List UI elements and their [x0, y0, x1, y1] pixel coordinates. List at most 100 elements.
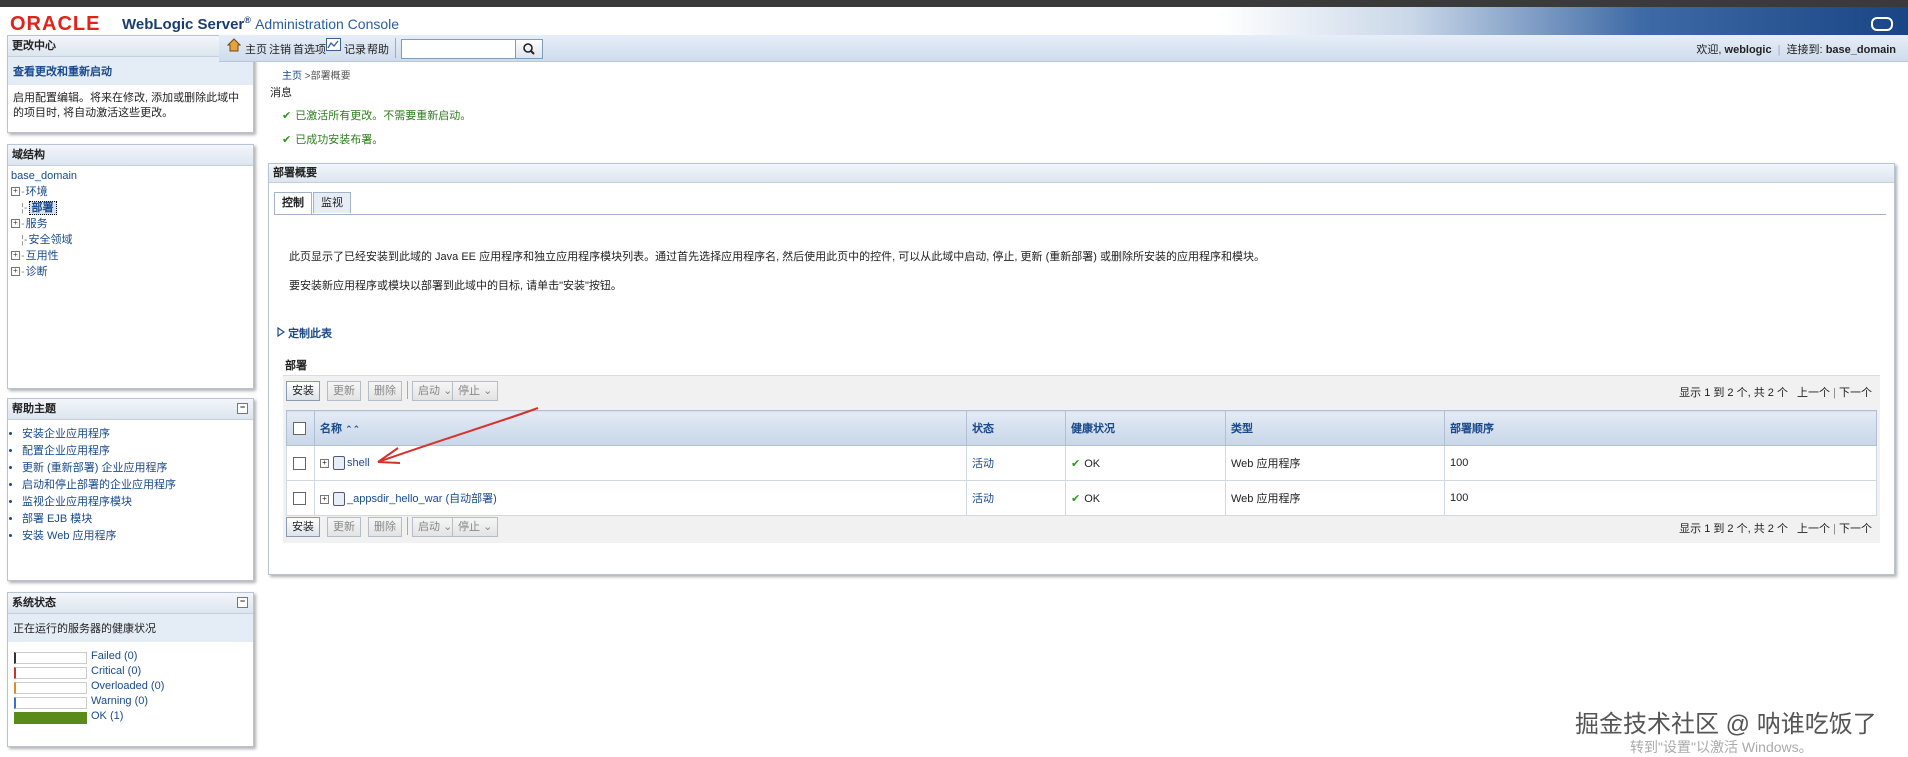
customize-table-link[interactable]: 定制此表	[277, 325, 332, 341]
tree-item-label[interactable]: 安全领域	[29, 234, 73, 246]
tree-item-services[interactable]: + -服务	[11, 216, 250, 232]
name-cell: + _appsdir_hello_war (自动部署)	[314, 480, 967, 516]
stop-dropdown[interactable]: 停止 ⌄	[452, 381, 499, 401]
tree-item-label[interactable]: 服务	[26, 218, 48, 230]
system-status-label: 系统状态	[12, 597, 56, 609]
help-topics-label: 帮助主题	[12, 403, 56, 415]
check-icon: ✔	[1071, 492, 1081, 505]
registered-mark: ®	[244, 15, 251, 25]
minimize-icon[interactable]: −	[237, 597, 248, 608]
help-link[interactable]: 启动和停止部署的企业应用程序	[22, 477, 253, 494]
change-center-text: 启用配置编辑。将来在修改, 添加或删除此域中的项目时, 将自动激活这些更改。	[13, 92, 240, 119]
tree-item-label[interactable]: 部署	[28, 201, 57, 215]
health-label[interactable]: Overloaded (0)	[91, 680, 164, 692]
col-type[interactable]: 类型	[1225, 410, 1445, 446]
health-label[interactable]: OK (1)	[91, 710, 123, 722]
app-name-link[interactable]: shell	[347, 457, 370, 469]
home-icon[interactable]	[226, 38, 242, 55]
tree-item-label[interactable]: 环境	[26, 186, 48, 198]
tab-control[interactable]: 控制	[274, 192, 312, 214]
expand-icon[interactable]: +	[11, 267, 20, 276]
help-link[interactable]: 配置企业应用程序	[22, 443, 253, 460]
prev-link[interactable]: 上一个	[1797, 523, 1830, 535]
update-button[interactable]: 更新	[327, 517, 361, 537]
expand-icon[interactable]: +	[320, 494, 329, 504]
expand-icon[interactable]: +	[11, 187, 20, 196]
minimize-icon[interactable]: −	[237, 403, 248, 414]
logout-link[interactable]: 注销	[269, 41, 291, 57]
deployment-summary-panel: 部署概要 控制 监视 此页显示了已经安装到此域的 Java EE 应用程序和独立应…	[268, 163, 1895, 575]
state-cell: 活动	[966, 445, 1066, 481]
type-cell: Web 应用程序	[1225, 480, 1445, 516]
col-order[interactable]: 部署顺序	[1444, 410, 1877, 446]
preferences-link[interactable]: 首选项	[293, 41, 326, 57]
next-link[interactable]: 下一个	[1839, 387, 1872, 399]
tree-item-label[interactable]: 互用性	[26, 250, 59, 262]
health-bar	[14, 697, 87, 709]
customize-label[interactable]: 定制此表	[288, 328, 332, 340]
record-icon[interactable]	[326, 38, 341, 54]
domain-structure-title: 域结构	[8, 145, 253, 166]
tree-item-environment[interactable]: + -环境	[11, 184, 250, 200]
col-health[interactable]: 健康状况	[1065, 410, 1226, 446]
app-icon	[333, 456, 345, 470]
health-label[interactable]: Failed (0)	[91, 650, 137, 662]
tree-item-security-realms[interactable]: ¦-安全领域	[11, 232, 250, 248]
help-link[interactable]: 安装企业应用程序	[22, 426, 253, 443]
console-title: Administration Console	[255, 16, 400, 32]
row-checkbox[interactable]	[293, 456, 306, 470]
state-link[interactable]: 活动	[972, 493, 994, 505]
breadcrumb-sep: >	[302, 71, 311, 82]
expand-icon[interactable]: +	[11, 219, 20, 228]
app-name-link[interactable]: _appsdir_hello_war (自动部署)	[347, 493, 497, 505]
tree-item-diagnostics[interactable]: + -诊断	[11, 264, 250, 280]
sort-ascending-icon[interactable]: ⌃⌃	[345, 424, 360, 434]
view-changes-link[interactable]: 查看更改和重新启动	[8, 57, 253, 85]
health-label[interactable]: Warning (0)	[91, 695, 148, 707]
health-label[interactable]: Critical (0)	[91, 665, 141, 677]
domain-tree: base_domain + -环境 ¦- 部署 + -服务 ¦-安全领域 + -互用性 …	[8, 166, 253, 284]
toolbar-divider	[395, 38, 396, 58]
tab-underline	[274, 214, 1886, 215]
install-button[interactable]: 安装	[286, 381, 320, 401]
help-link[interactable]: 更新 (重新部署) 企业应用程序	[22, 460, 253, 477]
help-link[interactable]: 监视企业应用程序模块	[22, 494, 253, 511]
expand-icon[interactable]: +	[11, 251, 20, 260]
delete-button[interactable]: 删除	[368, 517, 402, 537]
stop-dropdown[interactable]: 停止 ⌄	[452, 517, 499, 537]
record-link[interactable]: 记录	[344, 41, 366, 57]
header-toggle-icon[interactable]	[1871, 17, 1893, 31]
help-link[interactable]: 安装 Web 应用程序	[22, 528, 253, 545]
product-name: WebLogic Server® Administration Console	[122, 15, 399, 33]
col-state[interactable]: 状态	[966, 410, 1066, 446]
col-label[interactable]: 名称	[320, 423, 342, 435]
install-button[interactable]: 安装	[286, 517, 320, 537]
tree-item-label[interactable]: 诊断	[26, 266, 48, 278]
next-link[interactable]: 下一个	[1839, 523, 1872, 535]
prev-link[interactable]: 上一个	[1797, 387, 1830, 399]
select-all-checkbox[interactable]	[293, 421, 306, 435]
tab-monitoring[interactable]: 监视	[313, 192, 351, 213]
connected-prefix: 连接到:	[1786, 44, 1826, 56]
health-row-critical: Critical (0)	[14, 665, 253, 680]
state-link[interactable]: 活动	[972, 458, 994, 470]
row-checkbox[interactable]	[293, 491, 306, 505]
tree-item-interoperability[interactable]: + -互用性	[11, 248, 250, 264]
change-center-panel: 更改中心 查看更改和重新启动 启用配置编辑。将来在修改, 添加或删除此域中的项目…	[7, 35, 254, 133]
search-input[interactable]	[401, 39, 517, 59]
update-button[interactable]: 更新	[327, 381, 361, 401]
messages-title: 消息	[270, 87, 292, 99]
help-link[interactable]: 部署 EJB 模块	[22, 511, 253, 528]
home-link[interactable]: 主页	[245, 41, 267, 57]
community-watermark: 掘金技术社区 @ 呐谁吃饭了	[1575, 711, 1877, 738]
search-button[interactable]	[515, 39, 543, 59]
chevron-down-icon: ⌄	[483, 385, 493, 397]
help-link-toolbar[interactable]: 帮助	[367, 41, 389, 57]
delete-button[interactable]: 删除	[368, 381, 402, 401]
tree-root-base-domain[interactable]: base_domain	[11, 170, 250, 182]
connected-domain: base_domain	[1825, 44, 1896, 56]
expand-icon[interactable]: +	[320, 458, 329, 468]
tree-item-deployments[interactable]: ¦- 部署	[11, 200, 250, 216]
system-status-title: 系统状态 −	[8, 593, 253, 614]
breadcrumb-home[interactable]: 主页	[282, 71, 302, 82]
